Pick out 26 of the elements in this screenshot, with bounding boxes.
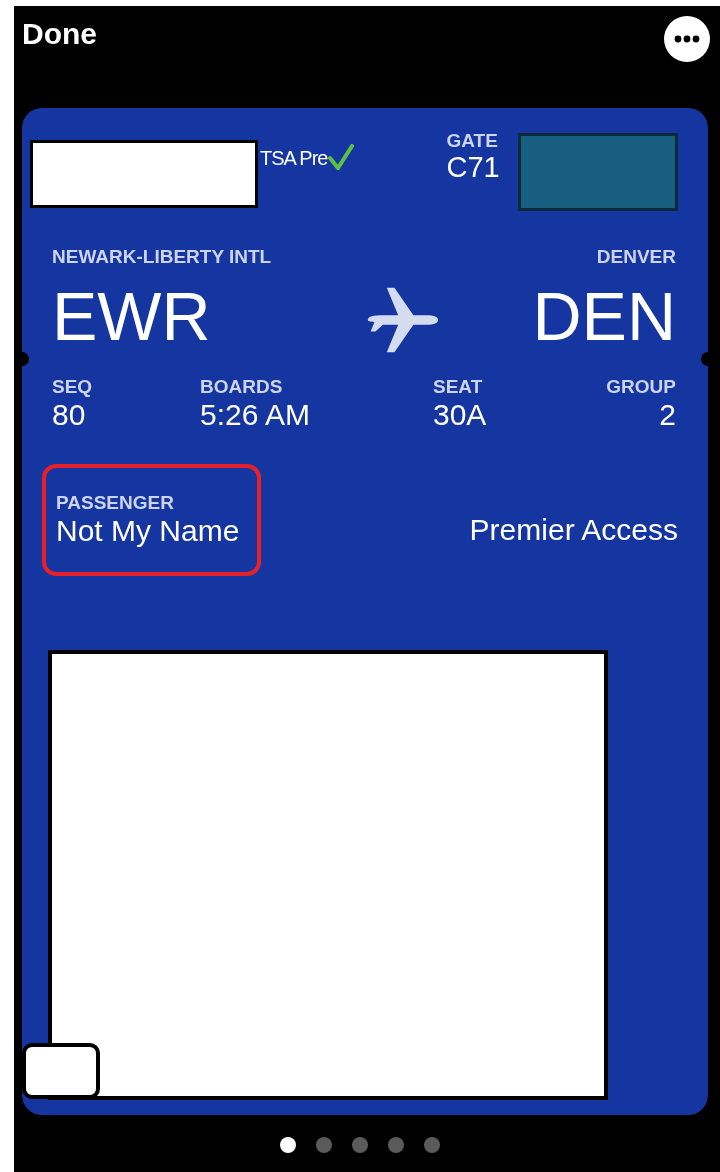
- tsa-label: TSA Pre: [260, 146, 328, 170]
- field-label: GROUP: [606, 376, 676, 398]
- page-dot[interactable]: [280, 1137, 296, 1153]
- gate-value: C71: [446, 152, 501, 182]
- destination-name: DENVER: [596, 246, 676, 268]
- check-icon: [328, 144, 355, 170]
- page-dot[interactable]: [316, 1137, 332, 1153]
- access-label: Premier Access: [469, 513, 678, 547]
- passenger-label: PASSENGER: [56, 492, 175, 514]
- destination-code: DEN: [532, 277, 676, 356]
- page-dot[interactable]: [352, 1137, 368, 1153]
- origin-code: EWR: [52, 277, 212, 356]
- field-value: 2: [659, 398, 676, 432]
- field-label: SEAT: [433, 376, 484, 398]
- origin-name: NEWARK-LIBERTY INTL: [52, 246, 272, 268]
- field-label: BOARDS: [200, 376, 284, 398]
- page-dot[interactable]: [388, 1137, 404, 1153]
- more-icon[interactable]: [664, 16, 710, 62]
- field-value: 80: [52, 398, 87, 432]
- field-value: 5:26 AM: [200, 398, 312, 432]
- gate-label: GATE: [446, 130, 499, 152]
- passenger-name: Not My Name: [56, 514, 240, 548]
- page-dot[interactable]: [424, 1137, 440, 1153]
- field-value: 30A: [433, 398, 488, 432]
- done-button[interactable]: Done: [22, 17, 97, 51]
- field-label: SEQ: [52, 376, 94, 398]
